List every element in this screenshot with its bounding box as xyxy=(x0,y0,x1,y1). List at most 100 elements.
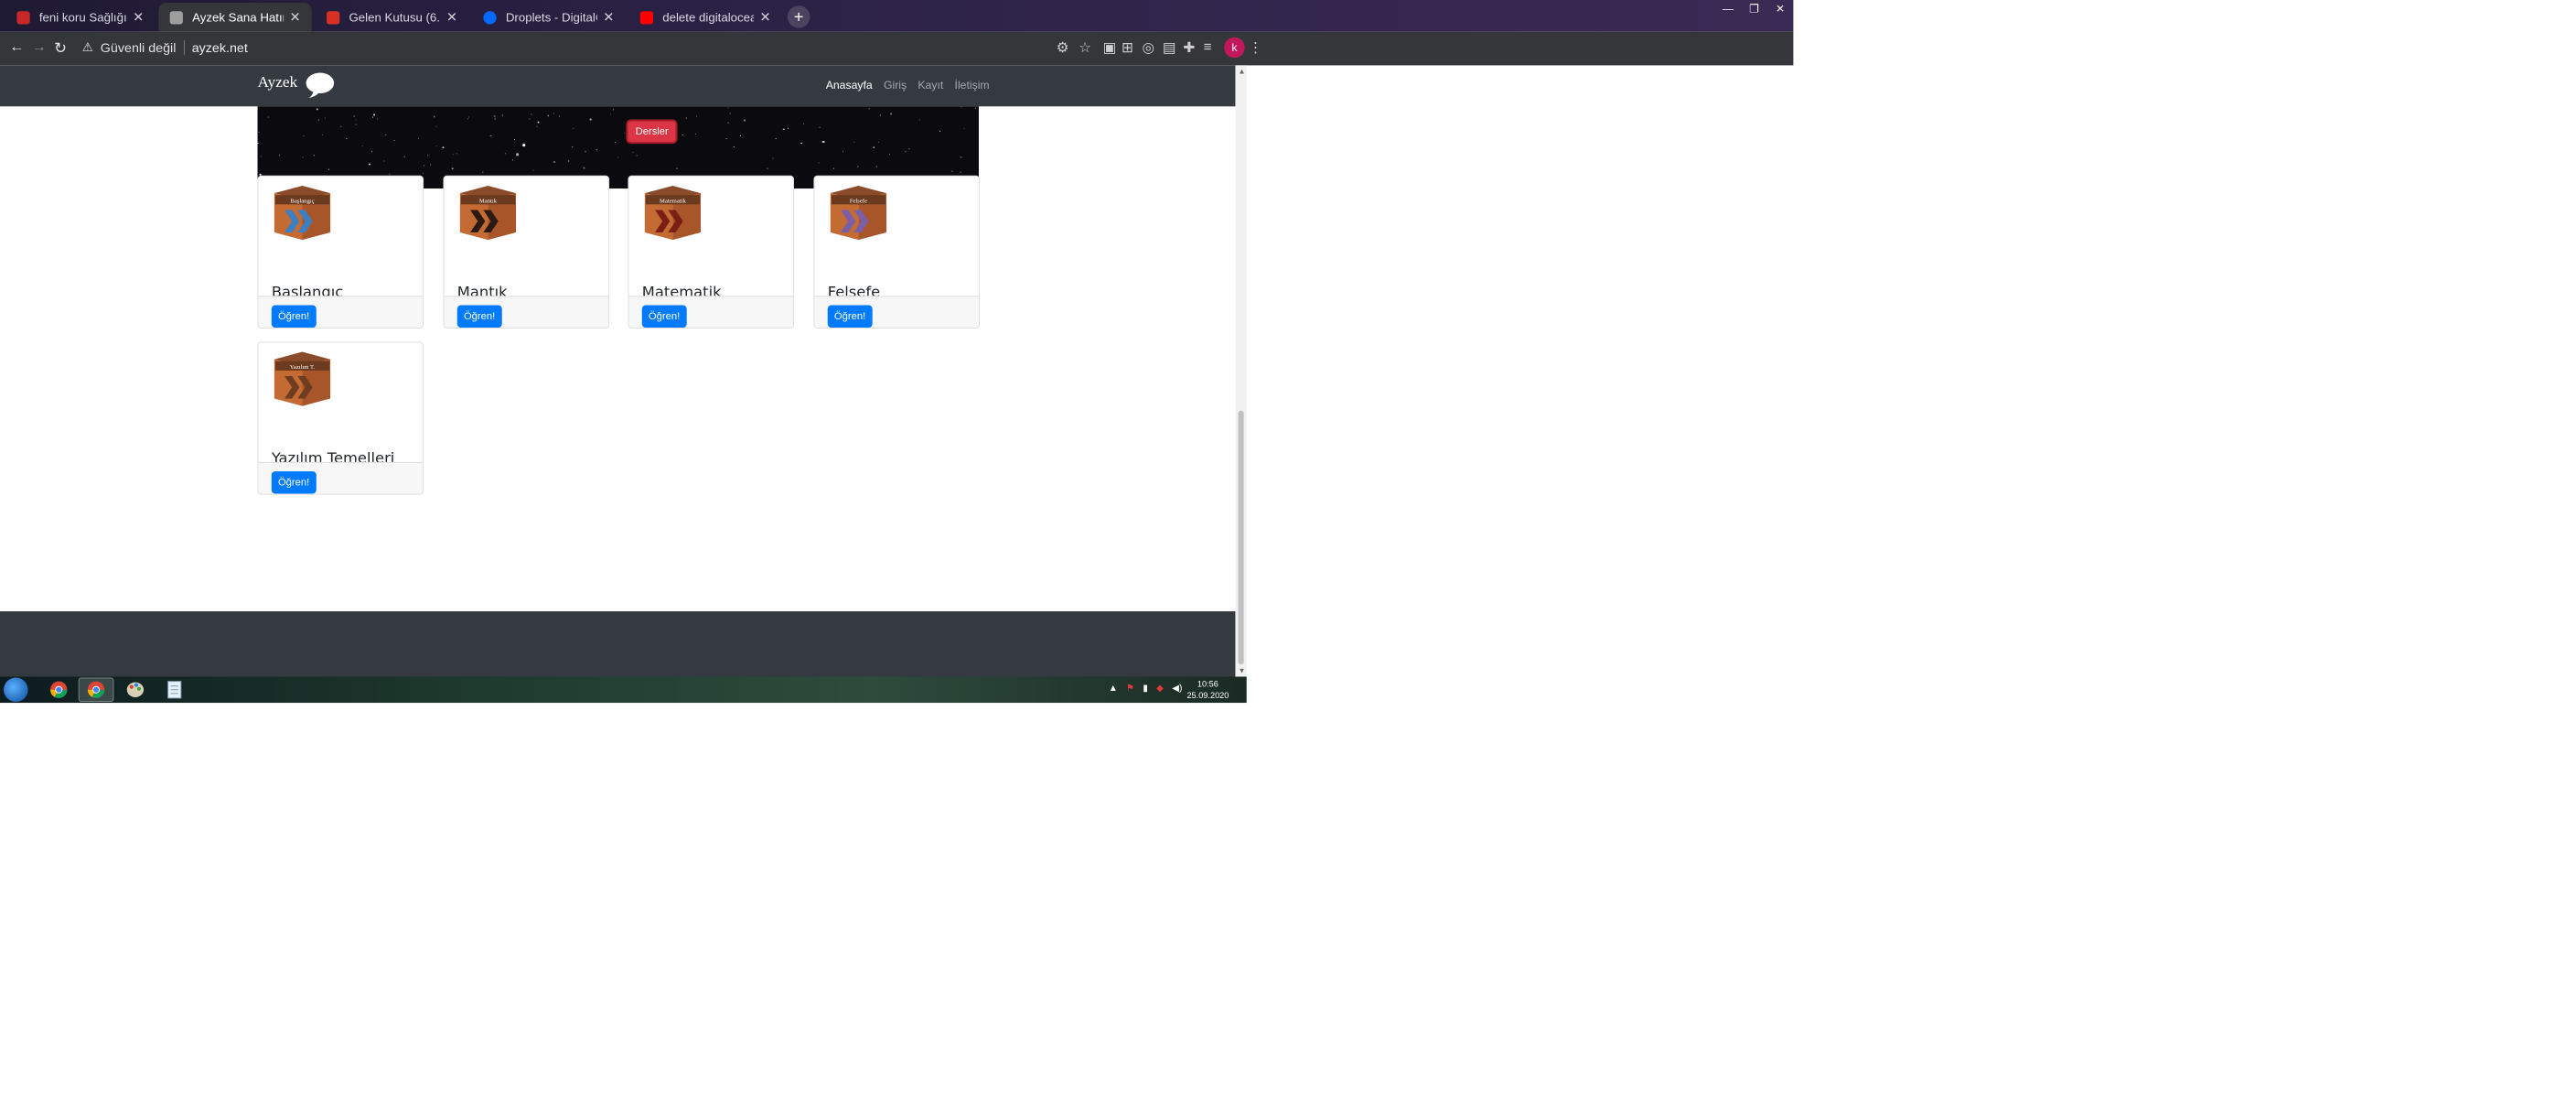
minimize-icon[interactable]: — xyxy=(1715,0,1742,16)
browser-tab[interactable]: delete digitalocean droplet - You ✕ xyxy=(628,3,781,32)
tab-close-icon[interactable]: ✕ xyxy=(446,9,457,25)
star-dot xyxy=(613,108,615,111)
scrollbar-thumb[interactable] xyxy=(1238,410,1244,665)
star-dot xyxy=(424,165,425,167)
star-dot xyxy=(318,119,320,121)
nav-link-anasayfa[interactable]: Anasayfa xyxy=(826,79,873,92)
media-icon[interactable]: ≡ xyxy=(1204,39,1212,55)
star-dot xyxy=(818,162,820,164)
ogren-button[interactable]: Öğren! xyxy=(456,305,502,328)
site-brand[interactable]: Ayzek xyxy=(258,73,298,92)
network-icon[interactable]: ▮ xyxy=(1143,684,1148,694)
taskbar-clock[interactable]: 10:56 25.09.2020 xyxy=(1186,679,1229,701)
bookmark-star-icon[interactable]: ☆ xyxy=(1079,39,1091,56)
tray-expand-icon[interactable]: ▲ xyxy=(1109,684,1118,694)
puzzle-icon[interactable]: ✚ xyxy=(1183,39,1195,56)
extension-icon[interactable]: ⚙ xyxy=(1057,39,1069,56)
close-window-icon[interactable]: ✕ xyxy=(1767,0,1794,16)
clock-date: 25.09.2020 xyxy=(1186,690,1229,700)
star-dot xyxy=(489,135,492,137)
reload-icon[interactable]: ↻ xyxy=(54,39,67,58)
star-dot xyxy=(905,150,907,152)
course-box-icon: Yazılım T. xyxy=(274,351,331,406)
star-dot xyxy=(260,156,262,157)
star-dot xyxy=(340,125,342,127)
ogren-button[interactable]: Öğren! xyxy=(641,305,687,328)
course-box-icon: Felsefe xyxy=(830,185,886,241)
star-dot xyxy=(610,113,612,115)
star-dot xyxy=(744,120,746,122)
course-box-icon: Başlangıç xyxy=(274,185,331,241)
star-dot xyxy=(568,160,570,161)
star-dot xyxy=(516,153,519,156)
browser-tab-active[interactable]: Ayzek Sana Hatırlatır... ✕ xyxy=(158,3,312,32)
page-scrollbar[interactable]: ▲ ▼ xyxy=(1235,65,1247,677)
course-card: Matematik Matematik Öğren! xyxy=(628,175,795,329)
page-viewport: Ayzek Anasayfa Giriş Kayıt İletişim Ders… xyxy=(0,65,1236,974)
course-card-footer: Öğren! xyxy=(258,461,424,494)
extension-icon[interactable]: ◎ xyxy=(1142,39,1154,56)
star-dot xyxy=(529,118,531,120)
extension-icon[interactable]: ▤ xyxy=(1163,39,1175,56)
tab-title: feni koru Sağlığını koru Mesa xyxy=(38,10,127,25)
taskbar-chrome-active-icon[interactable] xyxy=(78,677,114,703)
taskbar-paint-icon[interactable] xyxy=(118,678,154,703)
star-dot xyxy=(373,113,375,116)
browser-tab[interactable]: Gelen Kutusu (6.727) - karacaylı ✕ xyxy=(316,3,468,32)
dersler-button[interactable]: Dersler xyxy=(626,119,678,145)
system-tray: ▲ ⚑ ▮ ◆ ◀) xyxy=(1109,684,1183,694)
star-dot xyxy=(314,155,316,156)
brain-logo-icon xyxy=(306,72,335,99)
star-dot xyxy=(939,130,940,132)
tab-close-icon[interactable]: ✕ xyxy=(133,9,144,25)
browser-tab[interactable]: feni koru Sağlığını koru Mesa ✕ xyxy=(5,3,155,32)
star-dot xyxy=(434,115,435,118)
profile-avatar[interactable]: k xyxy=(1224,37,1245,59)
browser-tab[interactable]: Droplets - DigitalOcean ✕ xyxy=(472,3,625,32)
scroll-up-icon[interactable]: ▲ xyxy=(1239,67,1246,75)
course-card: Yazılım T. Yazılım Temelleri Öğren! xyxy=(257,341,424,495)
star-dot xyxy=(325,117,327,118)
star-dot xyxy=(685,117,687,119)
star-dot xyxy=(772,157,774,159)
taskbar-notepad-icon[interactable] xyxy=(156,678,192,703)
nav-link-iletisim[interactable]: İletişim xyxy=(955,79,990,92)
extension-icon[interactable]: ▣ xyxy=(1103,39,1116,56)
site-navbar: Ayzek Anasayfa Giriş Kayıt İletişim xyxy=(0,65,1236,107)
taskbar-chrome-icon[interactable] xyxy=(41,678,77,703)
new-tab-button[interactable]: + xyxy=(787,5,810,28)
hero-heading-fragment xyxy=(291,106,295,113)
restore-icon[interactable]: ❐ xyxy=(1741,0,1767,16)
scroll-down-icon[interactable]: ▼ xyxy=(1239,666,1246,674)
star-dot xyxy=(878,141,879,143)
star-dot xyxy=(879,114,881,116)
tab-close-icon[interactable]: ✕ xyxy=(760,9,771,25)
menu-dots-icon[interactable]: ⋮ xyxy=(1249,39,1262,56)
course-box-label: Başlangıç xyxy=(290,198,314,204)
tab-close-icon[interactable]: ✕ xyxy=(289,9,300,25)
star-dot xyxy=(819,126,821,129)
star-dot xyxy=(868,108,870,110)
forward-icon[interactable]: → xyxy=(32,39,47,56)
nav-link-kayit[interactable]: Kayıt xyxy=(918,79,943,92)
tab-favicon-icon xyxy=(16,10,30,25)
star-dot xyxy=(377,118,379,120)
translate-icon[interactable]: ⊞ xyxy=(1122,39,1133,56)
star-dot xyxy=(456,153,457,155)
ogren-button[interactable]: Öğren! xyxy=(271,471,317,494)
star-dot xyxy=(821,140,825,144)
ogren-button[interactable]: Öğren! xyxy=(271,305,317,328)
star-dot xyxy=(725,137,727,139)
security-icon[interactable]: ◆ xyxy=(1156,684,1164,694)
back-icon[interactable]: ← xyxy=(9,39,24,56)
windows-start-icon[interactable] xyxy=(4,677,28,703)
flag-icon[interactable]: ⚑ xyxy=(1126,684,1134,694)
star-dot xyxy=(632,152,634,154)
star-dot xyxy=(494,118,496,120)
star-dot xyxy=(974,107,977,109)
ogren-button[interactable]: Öğren! xyxy=(827,305,873,328)
tab-close-icon[interactable]: ✕ xyxy=(603,9,614,25)
nav-link-giris[interactable]: Giriş xyxy=(884,79,907,92)
volume-icon[interactable]: ◀) xyxy=(1172,684,1182,694)
star-dot xyxy=(558,115,561,117)
